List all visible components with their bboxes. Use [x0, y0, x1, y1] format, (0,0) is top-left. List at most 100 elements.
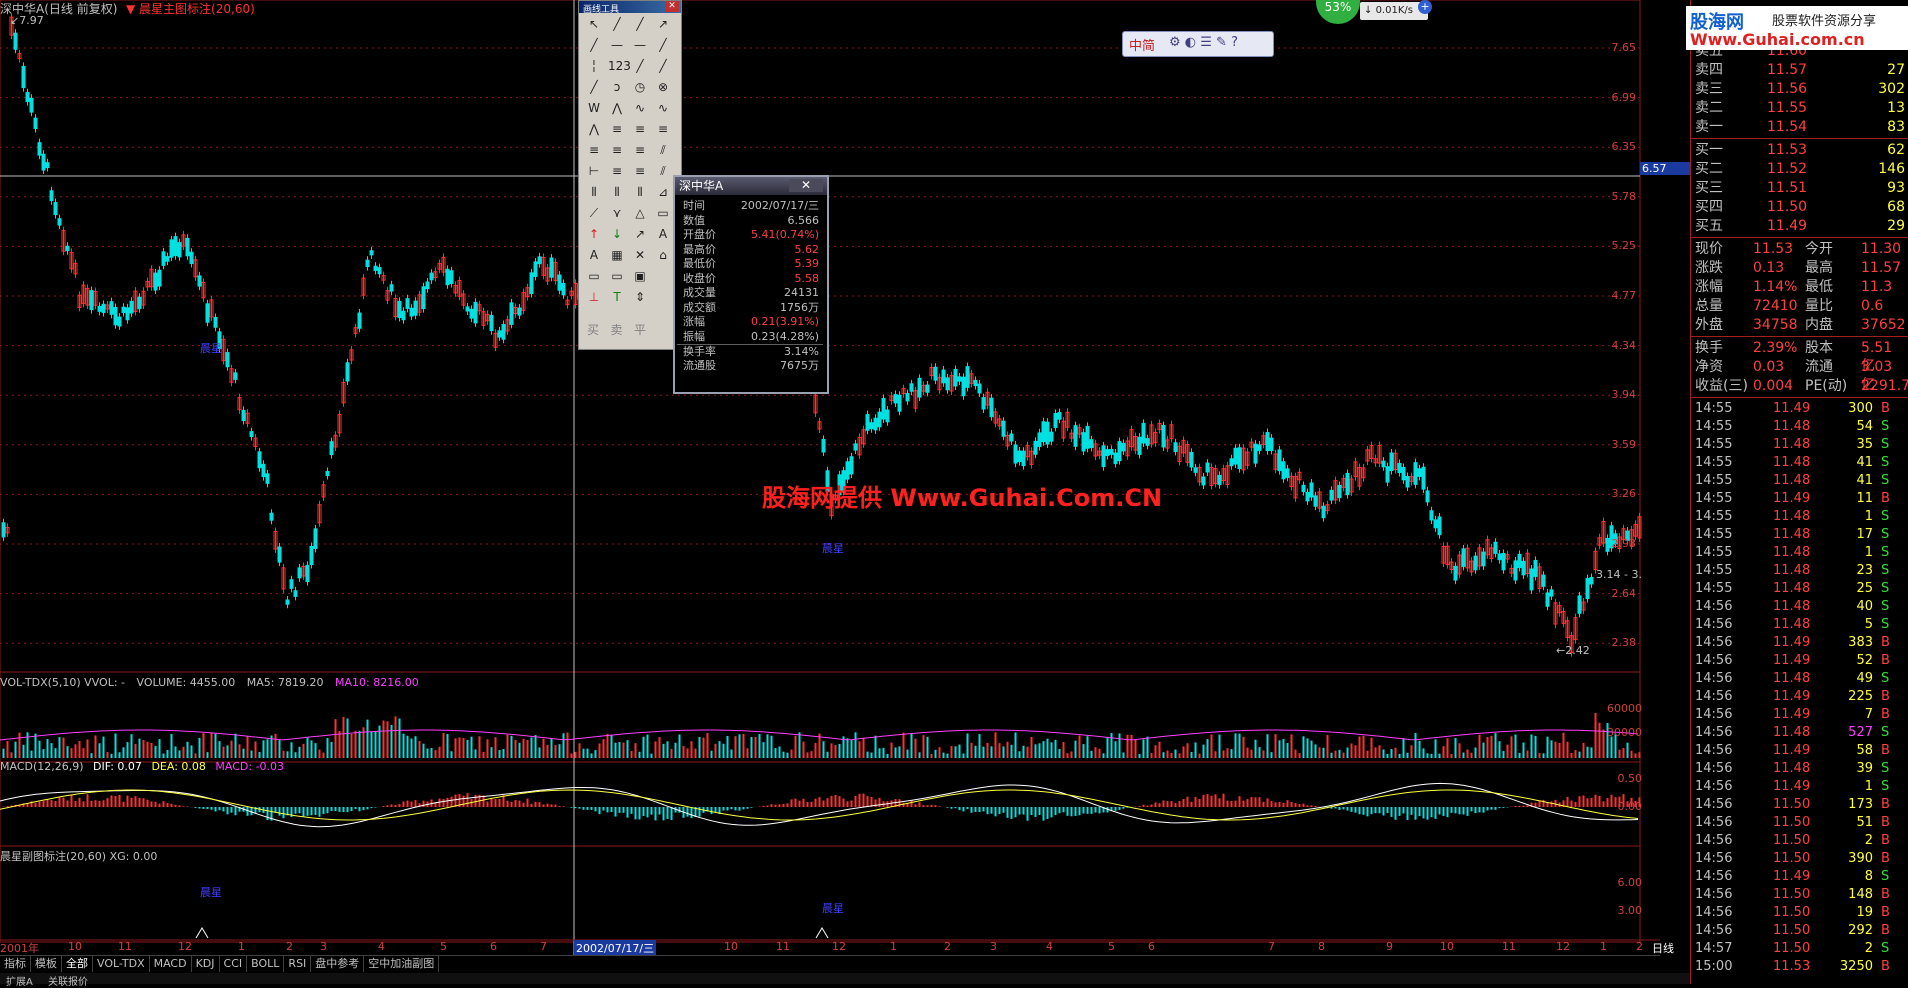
input-method-label[interactable]: 中简	[1129, 35, 1155, 54]
draw-tool-icon[interactable]	[654, 288, 672, 306]
price-tick: 6.35	[1611, 140, 1637, 154]
draw-tool-icon[interactable]: —	[608, 36, 626, 54]
draw-tool-icon[interactable]: ⋎	[608, 204, 626, 222]
draw-tool-icon[interactable]: ╱	[654, 57, 672, 75]
draw-tool-icon[interactable]: ▦	[608, 246, 626, 264]
tab-8[interactable]: RSI	[284, 956, 312, 972]
draw-tool-icon[interactable]: ▭	[654, 204, 672, 222]
draw-tool-icon[interactable]: ╱	[608, 15, 626, 33]
draw-tool-icon[interactable]: ⦀	[585, 183, 603, 201]
tick-time: 14:55	[1695, 527, 1733, 542]
status-extA[interactable]: 扩展A	[0, 977, 39, 988]
draw-tool-icon[interactable]: ⫽	[654, 141, 672, 159]
draw-tool-icon[interactable]: ↄ	[608, 78, 626, 96]
drawing-toolbox[interactable]: 画线工具 ✕ ↖ ╱ ╱ ↗ ╱ — — ╱ ╎ 123 ╱ ╱ ╱ ↄ ◷ ⊗ W ⋀ ∿ ∿ ⋀ ≡ ≡ ≡ ≡ ≡ ≡ ⫽ ⊢ ≡ ≡…	[578, 0, 682, 350]
tooltip-value: 1756万	[780, 300, 819, 314]
draw-tool-icon[interactable]: ⊥	[585, 288, 603, 306]
buy-mark-tool[interactable]: 买	[587, 323, 599, 337]
tab-7[interactable]: BOLL	[247, 956, 285, 972]
draw-tool-icon[interactable]: ⊿	[654, 183, 672, 201]
tab-0[interactable]: 指标	[0, 956, 31, 972]
flat-mark-tool[interactable]: 平	[634, 323, 646, 337]
tab-3[interactable]: VOL-TDX	[93, 956, 150, 972]
draw-tool-icon[interactable]: ≡	[631, 120, 649, 138]
close-icon[interactable]: ✕	[665, 1, 679, 12]
draw-tool-icon[interactable]: ⋀	[608, 99, 626, 117]
draw-tool-icon[interactable]: ╱	[631, 57, 649, 75]
draw-tool-icon[interactable]: ⟋	[585, 204, 603, 222]
sell-mark-tool[interactable]: 卖	[610, 323, 622, 337]
draw-tool-icon[interactable]: ⇕	[631, 288, 649, 306]
draw-tool-icon[interactable]: ≡	[608, 141, 626, 159]
tooltip-row: 最高价 5.62	[677, 243, 823, 256]
draw-tool-icon[interactable]: ≡	[631, 162, 649, 180]
draw-tool-icon[interactable]: ↑	[585, 225, 603, 243]
draw-tool-icon[interactable]: 123	[608, 57, 631, 75]
draw-tool-icon[interactable]: ▭	[608, 267, 626, 285]
draw-tool-icon[interactable]: ╱	[585, 36, 603, 54]
toolbar-icons[interactable]: ⚙ ◐ ☰ ✎ ?	[1169, 35, 1238, 50]
draw-tool-icon[interactable]	[654, 267, 672, 285]
draw-tool-icon[interactable]: ╱	[585, 78, 603, 96]
tick-row: 14:56 11.48 49 S	[1695, 670, 1908, 688]
quote-price: 11.54	[1767, 119, 1808, 135]
tab-5[interactable]: KDJ	[192, 956, 220, 972]
status-related[interactable]: 关联报价	[42, 977, 94, 988]
draw-tool-icon[interactable]: ↓	[608, 225, 626, 243]
draw-tool-icon[interactable]: ∿	[631, 99, 649, 117]
tab-4[interactable]: MACD	[150, 956, 192, 972]
draw-tool-icon[interactable]: ≡	[608, 162, 626, 180]
draw-tool-icon[interactable]: ╱	[654, 36, 672, 54]
draw-tool-icon[interactable]: ↖	[585, 15, 603, 33]
tab-10[interactable]: 空中加油副图	[364, 956, 440, 972]
draw-tool-icon[interactable]: ⊢	[585, 162, 603, 180]
draw-tool-icon[interactable]: A	[585, 246, 603, 264]
tab-1[interactable]: 模板	[31, 956, 62, 972]
tick-price: 11.49	[1773, 401, 1811, 416]
draw-tool-icon[interactable]: ≡	[631, 141, 649, 159]
quote-price: 11.57	[1767, 62, 1808, 78]
separator	[1691, 138, 1908, 139]
draw-tool-icon[interactable]: ◷	[631, 78, 649, 96]
tick-time: 14:56	[1695, 887, 1733, 902]
period-label[interactable]: 日线	[1652, 940, 1674, 956]
data-tooltip[interactable]: 深中华A ✕ 时间 2002/07/17/三 数值 6.566 开盘价 5.41(0.74…	[673, 175, 829, 394]
draw-tool-icon[interactable]: ≡	[585, 141, 603, 159]
tick-volume: 1	[1864, 545, 1873, 560]
draw-tool-icon[interactable]: A	[654, 225, 672, 243]
tab-2[interactable]: 全部	[62, 956, 93, 972]
macd-tick: 0.50	[1617, 772, 1643, 785]
indicator-tabbar[interactable]: 指标 模板 全部 VOL-TDX MACD KDJ CCI BOLL RSI 盘中参考 空中加油副图	[0, 955, 1660, 974]
draw-tool-icon[interactable]: ∿	[654, 99, 672, 117]
tick-time: 14:56	[1695, 743, 1733, 758]
tab-6[interactable]: CCI	[220, 956, 248, 972]
draw-tool-icon[interactable]: ⌂	[654, 246, 672, 264]
draw-tool-icon[interactable]: ⦀	[608, 183, 626, 201]
expand-icon[interactable]: +	[1418, 0, 1432, 14]
draw-tool-icon[interactable]: ⊗	[654, 78, 672, 96]
draw-tool-icon[interactable]: ↗	[631, 225, 649, 243]
draw-tool-icon[interactable]: ╱	[631, 15, 649, 33]
draw-tool-icon[interactable]: ╎	[585, 57, 603, 75]
draw-tool-icon[interactable]: T	[608, 288, 626, 306]
draw-tool-icon[interactable]: ⦀	[631, 183, 649, 201]
draw-tool-icon[interactable]: ⋀	[585, 120, 603, 138]
draw-tool-icon[interactable]: ⫽	[654, 162, 672, 180]
tick-volume: 51	[1856, 815, 1873, 830]
floating-toolbar[interactable]: 中简 ⚙ ◐ ☰ ✎ ?	[1122, 31, 1274, 57]
draw-tool-icon[interactable]: —	[631, 36, 649, 54]
draw-tool-icon[interactable]: ▣	[631, 267, 649, 285]
tick-volume: 1	[1864, 509, 1873, 524]
draw-tool-icon[interactable]: △	[631, 204, 649, 222]
tooltip-header[interactable]: 深中华A ✕	[675, 177, 827, 195]
toolbox-titlebar[interactable]: 画线工具 ✕	[579, 1, 681, 15]
draw-tool-icon[interactable]: ≡	[608, 120, 626, 138]
draw-tool-icon[interactable]: ✕	[631, 246, 649, 264]
draw-tool-icon[interactable]: ▭	[585, 267, 603, 285]
date-tick: 10	[1440, 940, 1454, 953]
draw-tool-icon[interactable]: W	[585, 99, 603, 117]
draw-tool-icon[interactable]: ≡	[654, 120, 672, 138]
draw-tool-icon[interactable]: ↗	[654, 15, 672, 33]
close-icon[interactable]: ✕	[789, 179, 823, 192]
tab-9[interactable]: 盘中参考	[311, 956, 365, 972]
